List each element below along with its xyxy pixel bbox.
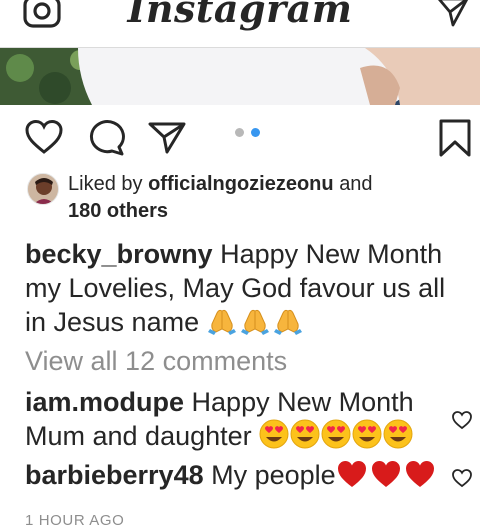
likes-section: Liked by officialngoziezeonu and 180 oth… [27,172,467,224]
carousel-dot [235,128,244,137]
comment-username[interactable]: iam.modupe [25,387,184,417]
comment-emoji [259,419,414,451]
heart-eyes-emoji-icon [352,419,382,449]
heart-eyes-emoji-icon [383,419,413,449]
instagram-logo[interactable]: Instagram [0,0,480,31]
folded-hands-emoji-icon [207,309,236,335]
likes-prefix: Liked by [68,173,143,195]
comment-item: iam.modupe Happy New Month Mum and daugh… [25,385,445,453]
comment-item: barbieberry48 My people [25,458,445,492]
comment-bubble-icon[interactable] [86,118,126,156]
comment-like-heart-icon[interactable] [451,468,473,488]
post-actions [0,105,480,169]
post-image-graphic [0,48,480,105]
likes-text: Liked by officialngoziezeonu and [68,172,373,196]
caption-username[interactable]: becky_browny [25,239,213,269]
bookmark-icon[interactable] [437,118,473,158]
red-heart-emoji-icon [371,461,400,487]
avatar-graphic [28,174,58,204]
liker-username[interactable]: officialngoziezeonu [148,173,334,195]
caption-emoji [207,307,306,337]
comment-emoji [336,460,438,490]
carousel-indicator [233,128,263,138]
comment-text: My people [211,460,336,490]
carousel-dot-active [251,128,260,137]
comment-username[interactable]: barbieberry48 [25,460,204,490]
red-heart-emoji-icon [337,461,366,487]
heart-eyes-emoji-icon [290,419,320,449]
share-paper-plane-icon[interactable] [148,121,186,155]
heart-outline-icon[interactable] [24,119,64,155]
post-image[interactable] [0,48,480,105]
comment-like-heart-icon[interactable] [451,410,473,430]
folded-hands-emoji-icon [273,309,302,335]
likes-connector: and [339,173,373,195]
likes-others[interactable]: 180 others [68,199,168,223]
top-bar: Instagram [0,0,480,48]
post-caption: becky_browny Happy New Month my Lovelies… [25,237,465,339]
post-timestamp: 1 HOUR AGO [25,512,125,529]
view-all-comments-link[interactable]: View all 12 comments [25,344,287,378]
heart-eyes-emoji-icon [259,419,289,449]
liker-avatar[interactable] [27,173,59,205]
heart-eyes-emoji-icon [321,419,351,449]
red-heart-emoji-icon [405,461,434,487]
direct-messages-icon[interactable] [436,0,470,28]
folded-hands-emoji-icon [240,309,269,335]
